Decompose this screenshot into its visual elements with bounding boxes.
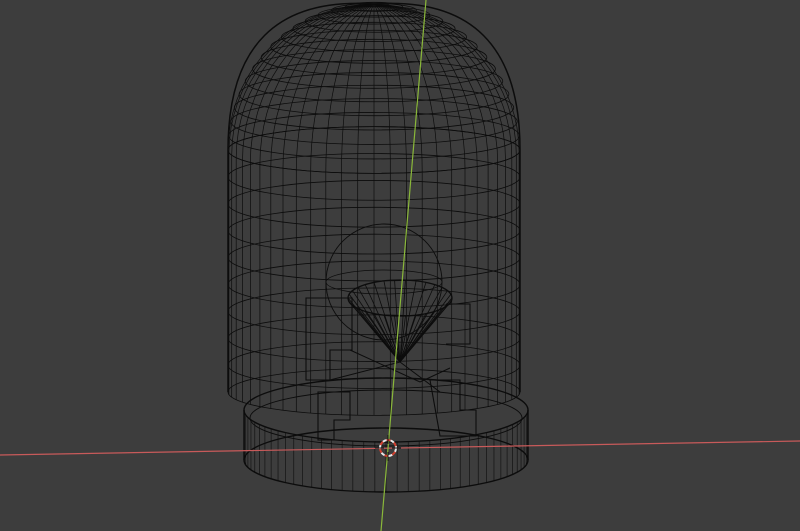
base-ring-top xyxy=(243,377,529,443)
meridian-edge xyxy=(373,3,391,416)
lead-post-left xyxy=(317,391,351,441)
lead-frame-right xyxy=(446,303,471,345)
3d-viewport[interactable] xyxy=(0,0,800,531)
meridian-edge xyxy=(357,3,375,416)
base-ring-inner xyxy=(249,389,523,447)
viewport-canvas[interactable] xyxy=(0,0,800,531)
emitter-cone-edge xyxy=(399,284,436,363)
emitter-cone-edge xyxy=(364,284,401,363)
lead-wire xyxy=(349,349,451,383)
emitter-cone-edge xyxy=(399,294,452,363)
led-wireframe-mesh[interactable] xyxy=(227,1,529,493)
meridian-edge xyxy=(325,3,375,414)
lead-frame-left xyxy=(305,297,353,381)
lead-post-right xyxy=(429,379,477,437)
meridian-edge xyxy=(270,3,375,409)
emitter-cone-edge xyxy=(348,294,401,363)
meridian-edge xyxy=(259,3,375,407)
